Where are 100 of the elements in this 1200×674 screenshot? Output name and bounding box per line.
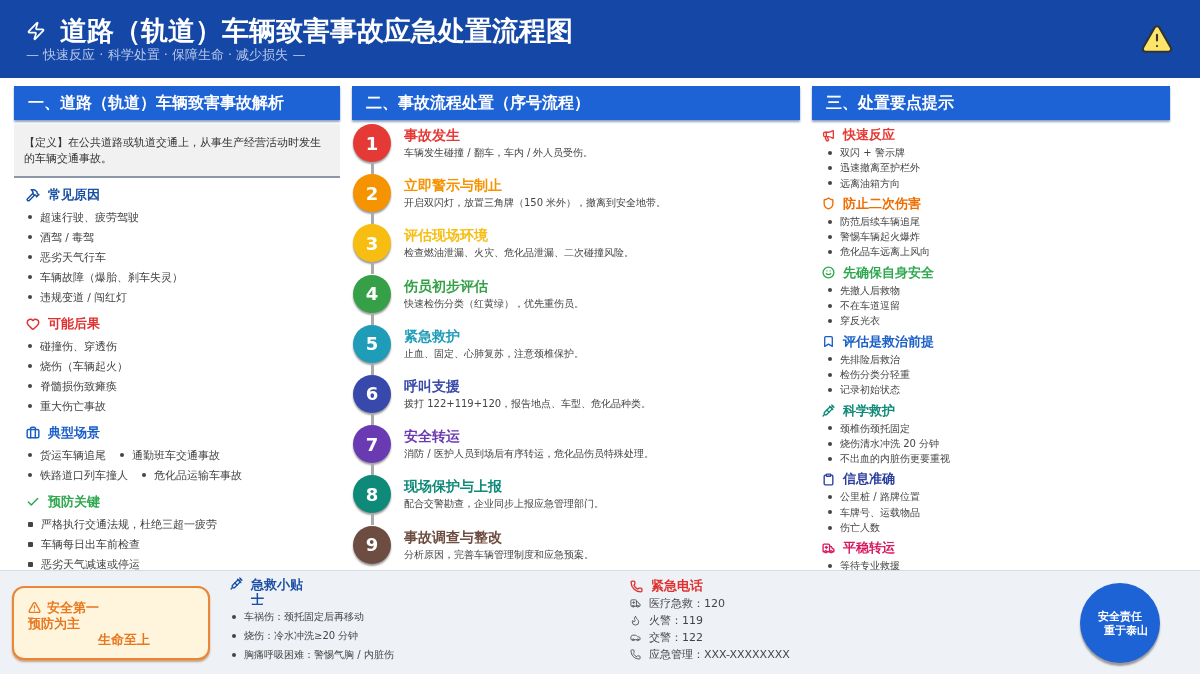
list-item: 先撤人后救物: [840, 283, 900, 298]
phone-icon: [630, 649, 641, 660]
hotline-item: 应急管理：XXX-XXXXXXXX: [649, 647, 790, 663]
list-item: 检伤分类分轻重: [840, 367, 910, 382]
group-title: 典型场景: [48, 424, 100, 442]
safety-slogan: 安全第一: [47, 599, 99, 616]
step-number: 5: [353, 324, 391, 363]
group-title: 平稳转运: [843, 539, 895, 558]
list-item: 不在车道逗留: [840, 299, 900, 314]
list-item: 脊髓损伤致瘫痪: [40, 379, 117, 394]
hotline-item: 火警：119: [649, 613, 703, 629]
tips-title: 急救小贴士: [251, 577, 304, 607]
ambulance-icon: [822, 541, 835, 555]
list-item: 迅速撤离至护栏外: [840, 161, 920, 176]
list-item: 车辆故障（爆胎、刹车失灵）: [40, 270, 183, 285]
clipboard-icon: [822, 472, 835, 486]
list-item: 烧伤（车辆起火）: [40, 359, 128, 374]
step-text: 止血、固定、心肺复苏，注意颈椎保护。: [404, 346, 584, 361]
step-text: 配合交警勘查，企业同步上报应急管理部门。: [404, 497, 604, 512]
step-text: 消防 / 医护人员到场后有序转运，危化品伤员特殊处理。: [404, 447, 654, 462]
list-item: 穿反光衣: [840, 314, 880, 329]
step-number: 3: [353, 224, 391, 263]
step-number: 1: [353, 124, 391, 162]
step-title: 紧急救护: [404, 326, 461, 346]
tip-item: 胸痛呼吸困难：警惕气胸 / 内脏伤: [244, 648, 394, 662]
warning-icon: [28, 601, 41, 614]
list-item: 违规变道 / 闯红灯: [40, 290, 128, 305]
list-item: 先排险后救治: [840, 352, 900, 367]
step-number: 8: [353, 475, 391, 514]
section-heading: 三、处置要点提示: [812, 86, 1170, 120]
lightning-icon: [26, 21, 46, 41]
section-heading: 二、事故流程处置（序号流程）: [352, 86, 800, 120]
list-item: 颈椎伤颈托固定: [840, 421, 910, 436]
list-item: 伤亡人数: [840, 521, 880, 536]
smile-icon: [822, 266, 835, 280]
list-item: 远离油箱方向: [840, 176, 900, 191]
list-item: 车牌号、运载物品: [840, 505, 920, 520]
step-title: 伤员初步评估: [404, 276, 489, 296]
group-title: 防止二次伤害: [843, 194, 921, 213]
step-number: 2: [353, 174, 391, 213]
list-item: 危化品运输车事故: [154, 468, 242, 483]
step-text: 车辆发生碰撞 / 翻车，车内 / 外人员受伤。: [404, 146, 594, 160]
list-item: 不出血的内脏伤更要重视: [840, 452, 950, 467]
step-text: 开启双闪灯，放置三角牌（150 米外），撤离到安全地带。: [404, 196, 667, 211]
definition-text: 【定义】在公共道路或轨道交通上，从事生产经营活动时发生的车辆交通事故。: [14, 124, 340, 178]
list-item: 公里桩 / 路牌位置: [840, 490, 920, 505]
shield-icon: [822, 197, 835, 211]
list-item: 超速行驶、疲劳驾驶: [40, 210, 139, 225]
group-title: 预防关键: [48, 493, 100, 511]
car-icon: [630, 632, 641, 643]
hammer-icon: [26, 188, 40, 202]
bookmark-icon: [822, 335, 835, 349]
hotline-item: 交警：122: [649, 630, 703, 646]
section-heading: 一、道路（轨道）车辆致害事故解析: [14, 86, 340, 120]
slogan-badge: 安全责任 重于泰山: [1080, 582, 1160, 663]
megaphone-icon: [822, 128, 835, 142]
page-title: 道路（轨道）车辆致害事故应急处置流程图: [60, 14, 573, 48]
step-text: 检查燃油泄漏、火灾、危化品泄漏、二次碰撞风险。: [404, 246, 634, 261]
page-subtitle: — 快速反应 · 科学处置 · 保障生命 · 减少损失 —: [26, 46, 307, 64]
step-number: 4: [353, 274, 391, 313]
safety-slogan: 预防为主: [28, 615, 80, 632]
list-item: 车辆每日出车前检查: [41, 537, 140, 552]
group-title: 可能后果: [48, 315, 100, 333]
list-item: 酒驾 / 毒驾: [40, 230, 95, 245]
flame-icon: [630, 615, 641, 626]
step-title: 立即警示与制止: [404, 176, 503, 196]
step-title: 呼叫支援: [404, 376, 461, 396]
list-item: 等待专业救援: [840, 559, 900, 574]
list-item: 碰撞伤、穿透伤: [40, 339, 117, 354]
step-title: 现场保护与上报: [404, 477, 503, 497]
list-item: 警惕车辆起火爆炸: [840, 230, 920, 245]
hotline-title: 紧急电话: [651, 577, 703, 595]
list-item: 铁路道口列车撞人: [40, 468, 128, 483]
step-number: 6: [353, 374, 391, 413]
step-title: 事故发生: [404, 126, 461, 145]
list-item: 危化品车远离上风向: [840, 245, 930, 260]
tip-item: 烧伤：冷水冲洗≥20 分钟: [244, 629, 359, 643]
group-title: 常见原因: [48, 186, 100, 204]
phone-icon: [630, 579, 643, 593]
list-item: 防范后续车辆追尾: [840, 214, 920, 229]
step-number: 9: [353, 525, 391, 564]
group-title: 科学救护: [843, 401, 895, 420]
group-title: 信息准确: [843, 470, 895, 489]
check-icon: [26, 495, 40, 509]
ambulance-icon: [630, 598, 641, 609]
list-item: 恶劣天气减速或停运: [41, 557, 140, 572]
list-item: 货运车辆追尾: [40, 448, 106, 463]
step-text: 拨打 122+119+120，报告地点、车型、危化品种类。: [404, 396, 652, 411]
syringe-icon: [822, 404, 835, 418]
list-item: 重大伤亡事故: [40, 399, 106, 414]
safety-slogan: 生命至上: [98, 631, 150, 648]
briefcase-icon: [26, 426, 40, 440]
list-item: 恶劣天气行车: [40, 250, 106, 265]
step-text: 快速检伤分类（红黄绿），优先重伤员。: [404, 296, 584, 311]
group-title: 评估是救治前提: [843, 332, 934, 351]
syringe-icon: [230, 577, 243, 590]
list-item: 烧伤清水冲洗 20 分钟: [840, 436, 940, 451]
warning-icon: [1140, 22, 1174, 56]
step-number: 7: [353, 425, 391, 464]
list-item: 双闪 + 警示牌: [840, 146, 905, 160]
